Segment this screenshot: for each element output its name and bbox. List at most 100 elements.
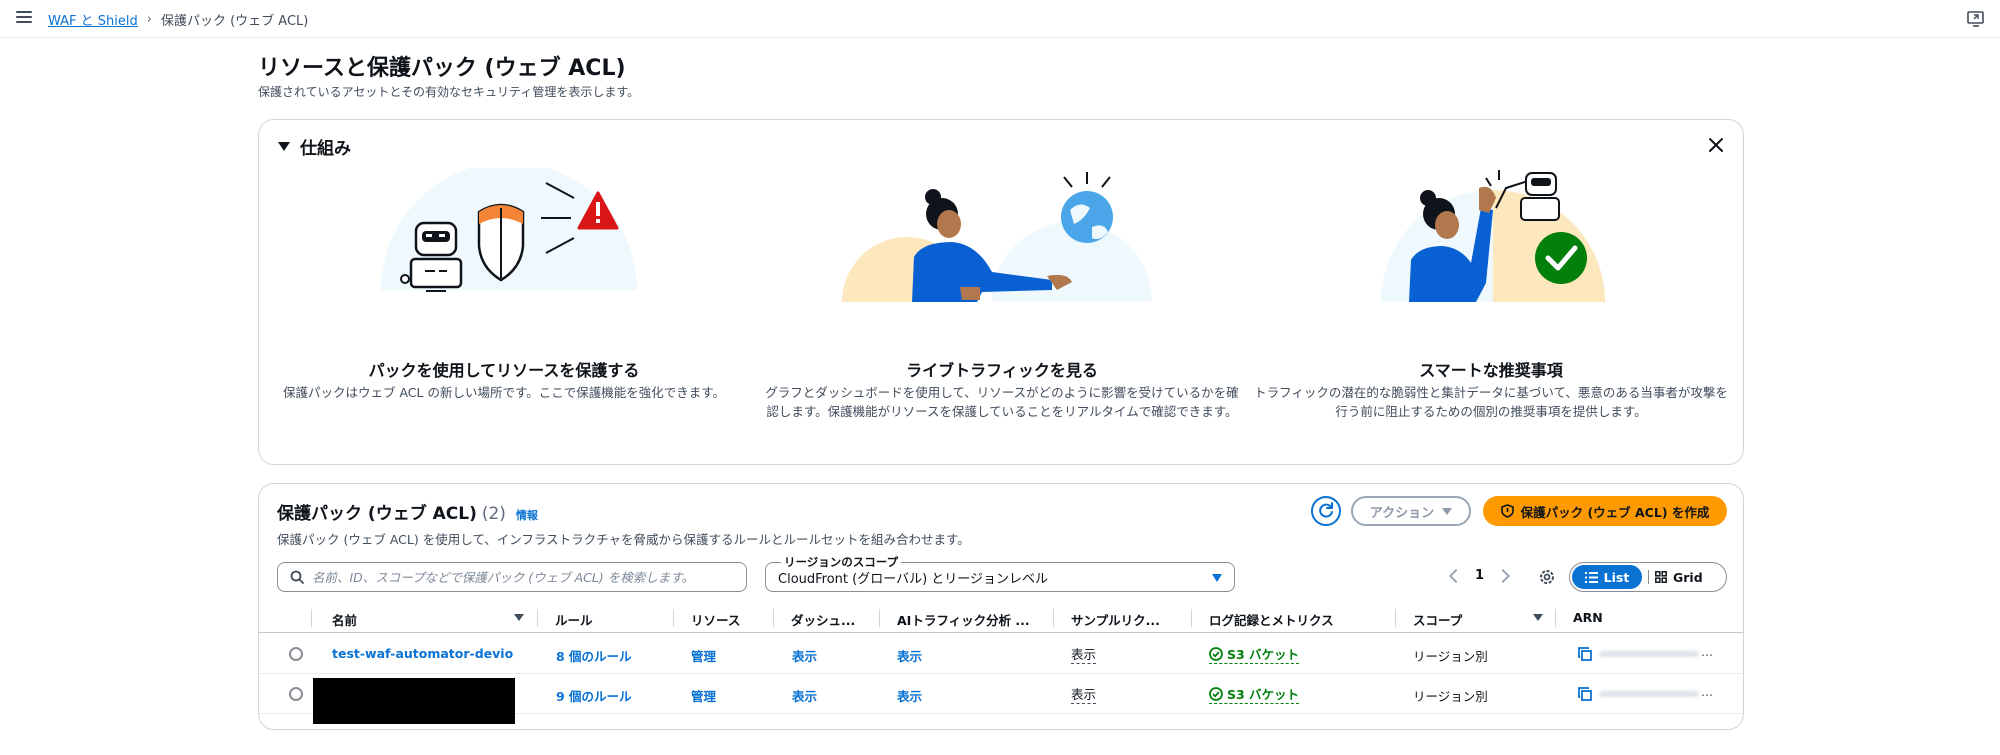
check-circle-icon [1209, 686, 1223, 701]
view-grid-button[interactable]: Grid [1655, 570, 1703, 585]
logging-label: S3 バケット [1227, 687, 1300, 702]
how-it-works-toggle[interactable]: 仕組み [278, 134, 351, 159]
arn-value-redacted [1599, 691, 1699, 697]
column-header-name[interactable]: 名前 [332, 610, 357, 629]
packs-header: 保護パック (ウェブ ACL) (2) 情報 [277, 499, 538, 524]
resources-link[interactable]: 管理 [691, 646, 716, 665]
column-divider [879, 609, 880, 627]
rules-link[interactable]: 8 個のルール [556, 646, 632, 665]
rules-link[interactable]: 9 個のルール [556, 686, 632, 705]
caret-down-icon [1212, 574, 1222, 582]
actions-dropdown-button[interactable]: アクション [1351, 496, 1471, 526]
arn-value-redacted [1599, 651, 1699, 657]
breadcrumb: WAF と Shield › 保護パック (ウェブ ACL) [48, 10, 308, 29]
monitor-feedback-icon[interactable] [1966, 9, 1986, 29]
top-bar: WAF と Shield › 保護パック (ウェブ ACL) [0, 0, 2000, 38]
grid-icon [1655, 571, 1667, 583]
resources-link[interactable]: 管理 [691, 686, 716, 705]
column-header-rules[interactable]: ルール [555, 610, 593, 629]
protection-packs-panel: 保護パック (ウェブ ACL) (2) 情報 保護パック (ウェブ ACL) を… [258, 483, 1744, 730]
table-row: test-waf-automator-devio 8 個のルール 管理 表示 表… [259, 634, 1743, 674]
column-divider [673, 609, 674, 627]
arn-ellipsis: ... [1701, 684, 1713, 699]
column-divider [1191, 609, 1192, 627]
scope-label: リージョンのスコープ [781, 554, 902, 570]
create-protection-pack-button[interactable]: 保護パック (ウェブ ACL) を作成 [1483, 496, 1727, 526]
chevron-right-icon: › [146, 12, 152, 27]
table-header: 名前 ルール リソース ダッシュ... AIトラフィック分析 ... サンプルリ… [259, 601, 1743, 633]
dashboard-link[interactable]: 表示 [792, 646, 817, 665]
info-link[interactable]: 情報 [516, 507, 538, 523]
view-list-label: List [1603, 569, 1630, 585]
close-icon[interactable] [1705, 134, 1727, 156]
sample-requests-link[interactable]: 表示 [1071, 644, 1097, 664]
pack-name-link[interactable]: test-waf-automator-devio [332, 646, 513, 661]
column-header-logging[interactable]: ログ記録とメトリクス [1209, 610, 1334, 629]
logging-label: S3 バケット [1227, 647, 1300, 662]
refresh-button[interactable] [1311, 496, 1341, 526]
pagination: 1 [1448, 568, 1511, 583]
arn-ellipsis: ... [1701, 644, 1713, 659]
copy-icon[interactable] [1577, 686, 1593, 702]
column-divider [1395, 609, 1396, 627]
column-divider [537, 609, 538, 627]
caret-down-icon [278, 142, 290, 151]
actions-label: アクション [1369, 505, 1435, 521]
how-it-works-title: 仕組み [300, 139, 351, 159]
column-header-scope[interactable]: スコープ [1413, 610, 1462, 629]
robot-shield-illustration [381, 168, 637, 292]
row-select-radio[interactable] [289, 687, 303, 701]
column-header-arn[interactable]: ARN [1573, 610, 1603, 625]
page-description: 保護されているアセットとその有効なセキュリティ管理を表示します。 [258, 85, 640, 99]
menu-icon[interactable] [14, 8, 34, 28]
breadcrumb-current: 保護パック (ウェブ ACL) [160, 14, 309, 29]
ai-traffic-link[interactable]: 表示 [897, 686, 922, 705]
column-header-dashboard[interactable]: ダッシュ... [791, 610, 855, 629]
feature-live-title: ライブトラフィックを見る [906, 361, 1098, 380]
search-input[interactable] [312, 569, 732, 585]
refresh-icon [1319, 502, 1333, 518]
table-row: 9 個のルール 管理 表示 表示 表示 S3 バケット リージョン別 ... [259, 674, 1743, 724]
view-grid-label: Grid [1673, 569, 1703, 585]
packs-title: 保護パック (ウェブ ACL) [277, 504, 477, 524]
column-header-ai-traffic[interactable]: AIトラフィック分析 ... [897, 610, 1030, 629]
column-divider [1053, 609, 1054, 627]
ai-traffic-link[interactable]: 表示 [897, 646, 922, 665]
copy-icon[interactable] [1577, 646, 1593, 662]
feature-smart-description: トラフィックの潜在的な脆弱性と集計データに基づいて、悪意のある当事者が攻撃を行う… [1254, 385, 1728, 419]
chevron-left-icon[interactable] [1448, 568, 1464, 583]
dashboard-link[interactable]: 表示 [792, 686, 817, 705]
row-select-radio[interactable] [289, 647, 303, 661]
gear-icon[interactable] [1536, 566, 1558, 588]
packs-count: (2) [481, 504, 506, 524]
sort-caret-icon[interactable] [1533, 614, 1543, 621]
check-circle-icon [1209, 646, 1223, 661]
sample-requests-link[interactable]: 表示 [1071, 684, 1097, 704]
list-icon [1584, 571, 1598, 583]
packs-description: 保護パック (ウェブ ACL) を使用して、インフラストラクチャを脅威から保護す… [277, 532, 970, 547]
logging-status[interactable]: S3 バケット [1209, 684, 1300, 704]
column-divider [773, 609, 774, 627]
search-box [277, 562, 747, 592]
feature-smart-title: スマートな推奨事項 [1419, 361, 1563, 380]
redacted-name [313, 678, 515, 724]
view-toggle: List Grid [1569, 562, 1727, 592]
scope-value: CloudFront (グローバル) とリージョンレベル [778, 571, 1049, 587]
person-globe-illustration [842, 172, 1152, 302]
page-number[interactable]: 1 [1475, 568, 1484, 583]
person-robot-highfive-illustration [1381, 170, 1605, 302]
breadcrumb-waf-shield[interactable]: WAF と Shield [48, 10, 138, 29]
feature-live-description: グラフとダッシュボードを使用して、リソースがどのように影響を受けているかを確認し… [765, 385, 1239, 419]
scope-cell: リージョン別 [1413, 649, 1488, 664]
column-header-resources[interactable]: リソース [691, 610, 740, 629]
how-it-works-panel: 仕組み パックを使用してリソースを保護する 保護パックはウェブ ACL の新しい… [258, 119, 1744, 465]
caret-down-icon [1442, 507, 1453, 515]
chevron-right-icon[interactable] [1495, 568, 1511, 583]
sort-caret-icon[interactable] [514, 614, 524, 621]
page-title: リソースと保護パック (ウェブ ACL) [258, 56, 626, 81]
view-list-button[interactable]: List [1572, 565, 1642, 589]
create-label: 保護パック (ウェブ ACL) を作成 [1520, 504, 1710, 520]
scope-cell: リージョン別 [1413, 689, 1488, 704]
logging-status[interactable]: S3 バケット [1209, 644, 1300, 664]
column-header-sample-requests[interactable]: サンプルリク... [1071, 610, 1160, 629]
